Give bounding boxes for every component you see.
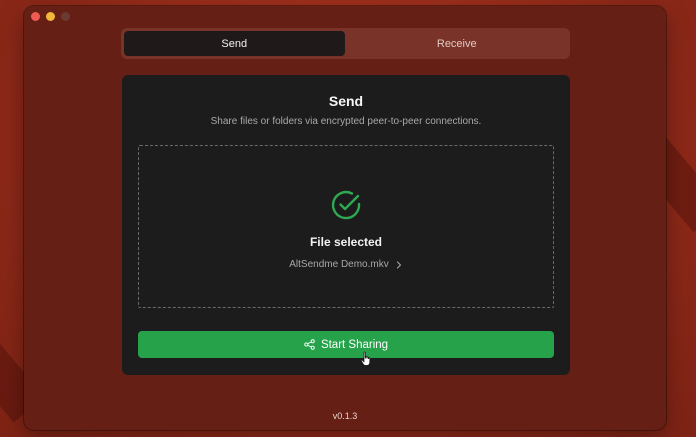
send-card: Send Share files or folders via encrypte… (122, 75, 570, 375)
tab-send[interactable]: Send (124, 31, 345, 56)
file-dropzone[interactable]: File selected AltSendme Demo.mkv (138, 145, 554, 308)
hand-cursor-icon (360, 351, 371, 366)
window-controls (31, 12, 70, 21)
share-icon (304, 339, 315, 350)
app-window: Send Receive Send Share files or folders… (24, 6, 666, 430)
tab-receive[interactable]: Receive (347, 31, 568, 56)
start-sharing-button[interactable]: Start Sharing (138, 331, 554, 358)
file-status: File selected (309, 235, 383, 249)
chevron-right-icon (396, 260, 401, 269)
maximize-window-button[interactable] (61, 12, 70, 21)
file-name: AltSendme Demo.mkv (289, 259, 389, 270)
check-circle-icon (331, 190, 361, 220)
mode-tabs: Send Receive (121, 28, 570, 59)
app-version: v0.1.3 (332, 411, 358, 421)
start-sharing-label: Start Sharing (320, 338, 389, 351)
close-window-button[interactable] (31, 12, 40, 21)
selected-file-link[interactable]: AltSendme Demo.mkv (139, 259, 553, 270)
minimize-window-button[interactable] (46, 12, 55, 21)
card-subtitle: Share files or folders via encrypted pee… (210, 116, 482, 127)
card-title: Send (328, 93, 364, 109)
